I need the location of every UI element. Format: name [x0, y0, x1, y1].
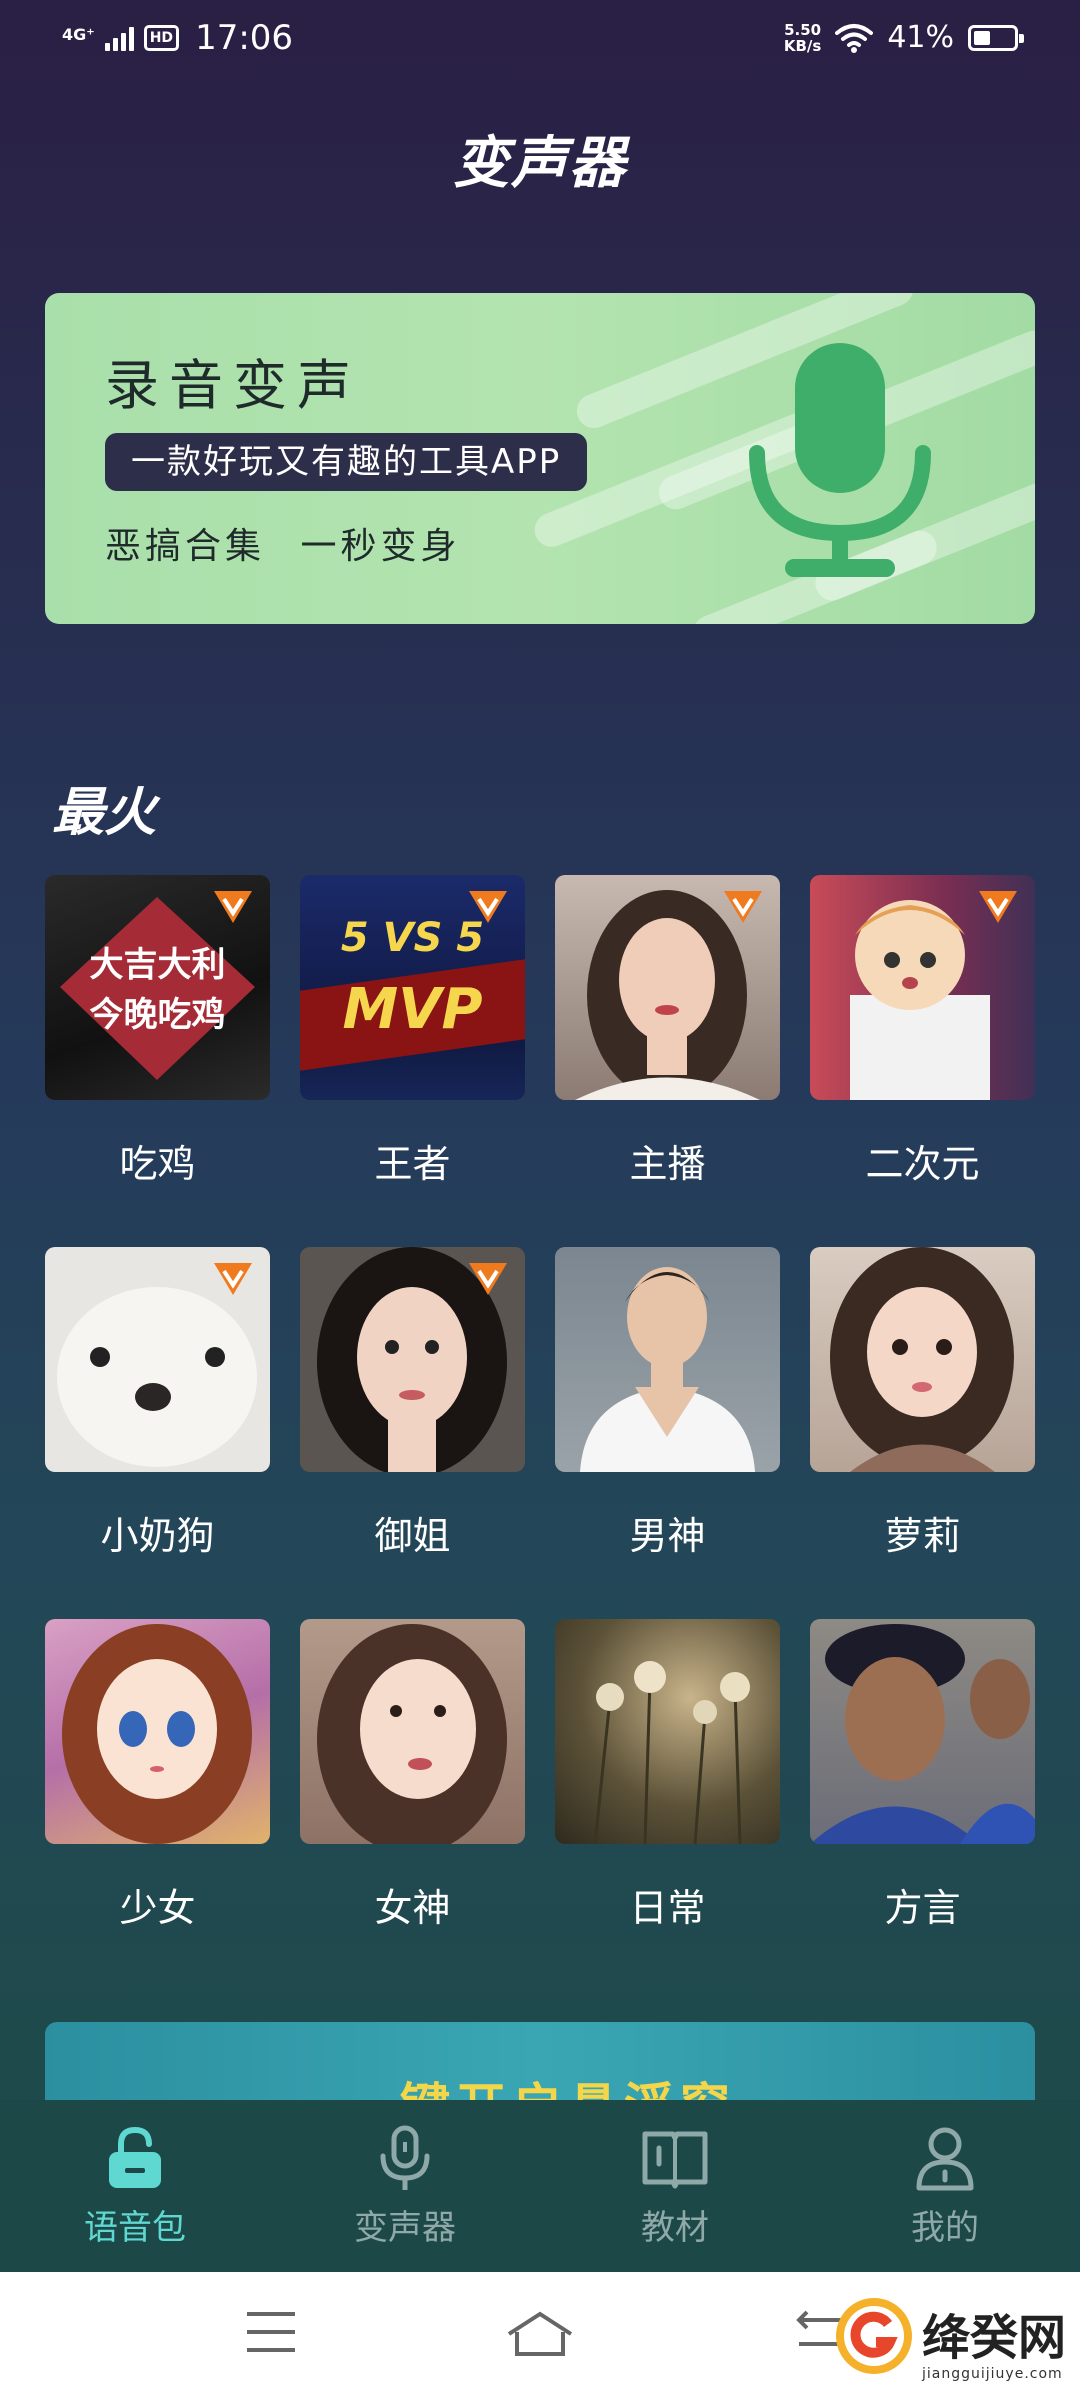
- thumbnail: [45, 1247, 270, 1472]
- voice-pack-item[interactable]: 主播: [555, 875, 780, 1186]
- vip-badge-icon: [724, 891, 762, 923]
- tile-label: 少女: [119, 1886, 196, 1930]
- voice-pack-item[interactable]: 大吉大利 今晚吃鸡 吃鸡: [45, 875, 270, 1186]
- tile-label: 御姐: [374, 1514, 451, 1558]
- site-watermark: 绛癸网 jiangguijiuye.com: [830, 2280, 1070, 2395]
- page-title: 变声器: [453, 131, 627, 196]
- tile-label: 王者: [374, 1142, 451, 1186]
- tile-label: 二次元: [865, 1142, 980, 1186]
- watermark-text: 绛癸网: [922, 2310, 1067, 2366]
- status-bar: 4G⁺ HD 17:06 5.50 KB/s 41%: [0, 0, 1080, 80]
- thumbnail: [300, 1619, 525, 1844]
- battery-icon: [968, 24, 1024, 51]
- menu-icon[interactable]: [245, 2310, 297, 2354]
- banner-subtitle: 恶搞合集 一秒变身: [105, 526, 461, 567]
- tile-label: 男神: [629, 1514, 706, 1558]
- voice-pack-item[interactable]: 5 VS 5 MVP 王者: [300, 875, 525, 1186]
- vip-badge-icon: [214, 891, 252, 923]
- network-speed: 5.50 KB/s: [783, 20, 822, 55]
- voice-pack-item[interactable]: 男神: [555, 1247, 780, 1558]
- voice-pack-item[interactable]: 小奶狗: [45, 1247, 270, 1558]
- lock-bag-icon: [109, 2126, 161, 2188]
- microphone-icon: [749, 343, 931, 577]
- thumbnail: 大吉大利 今晚吃鸡: [45, 875, 270, 1100]
- tab-label: 教材: [641, 2208, 709, 2248]
- tile-label: 萝莉: [884, 1514, 961, 1558]
- vip-badge-icon: [469, 891, 507, 923]
- thumbnail: [555, 1247, 780, 1472]
- thumbnail: [45, 1619, 270, 1844]
- book-icon: [642, 2131, 708, 2189]
- tab-me[interactable]: 我的: [810, 2100, 1080, 2272]
- voice-pack-item[interactable]: 萝莉: [810, 1247, 1035, 1558]
- section-title-hot: 最火: [52, 783, 157, 843]
- battery-percent: 41%: [887, 20, 954, 55]
- voice-pack-item[interactable]: 方言: [810, 1619, 1035, 1930]
- thumbnail: [555, 875, 780, 1100]
- tab-voice-changer[interactable]: 变声器: [270, 2100, 540, 2272]
- vip-badge-icon: [469, 1263, 507, 1295]
- thumbnail: 5 VS 5 MVP: [300, 875, 525, 1100]
- tab-label: 变声器: [354, 2208, 456, 2248]
- thumbnail: [810, 875, 1035, 1100]
- tab-voice-pack[interactable]: 语音包: [0, 2100, 270, 2272]
- signal-icon: [104, 25, 134, 51]
- clock: 17:06: [195, 18, 294, 58]
- hero-banner[interactable]: 录音变声 一款好玩又有趣的工具APP 恶搞合集 一秒变身: [45, 293, 1035, 624]
- tile-label: 方言: [884, 1886, 961, 1930]
- voice-pack-item[interactable]: 日常: [555, 1619, 780, 1930]
- tile-label: 吃鸡: [119, 1142, 196, 1186]
- voice-pack-item[interactable]: 二次元: [810, 875, 1035, 1186]
- watermark-url: jiangguijiuye.com: [922, 2366, 1063, 2382]
- microphone-icon: [380, 2125, 430, 2190]
- voice-pack-item[interactable]: 女神: [300, 1619, 525, 1930]
- network-type: 4G⁺: [62, 25, 95, 44]
- tile-label: 日常: [629, 1886, 706, 1930]
- voice-pack-item[interactable]: 少女: [45, 1619, 270, 1930]
- tile-label: 主播: [629, 1142, 706, 1186]
- hd-badge: HD: [143, 25, 180, 51]
- tile-label: 女神: [374, 1886, 451, 1930]
- banner-title: 录音变声: [105, 354, 361, 417]
- thumbnail: [810, 1247, 1035, 1472]
- tab-label: 我的: [911, 2208, 979, 2248]
- tab-label: 语音包: [84, 2208, 186, 2248]
- bottom-tab-bar: 语音包 变声器 教材 我的: [0, 2100, 1080, 2272]
- thumbnail: [300, 1247, 525, 1472]
- tile-label: 小奶狗: [100, 1514, 215, 1558]
- thumbnail: [555, 1619, 780, 1844]
- banner-tagline: 一款好玩又有趣的工具APP: [105, 433, 588, 491]
- home-icon[interactable]: [505, 2310, 575, 2358]
- thumbnail: [810, 1619, 1035, 1844]
- wifi-icon: [835, 23, 874, 53]
- tab-materials[interactable]: 教材: [540, 2100, 810, 2272]
- watermark-logo-icon: [836, 2298, 912, 2374]
- vip-badge-icon: [214, 1263, 252, 1295]
- voice-pack-item[interactable]: 御姐: [300, 1247, 525, 1558]
- vip-badge-icon: [979, 891, 1017, 923]
- person-icon: [916, 2127, 974, 2191]
